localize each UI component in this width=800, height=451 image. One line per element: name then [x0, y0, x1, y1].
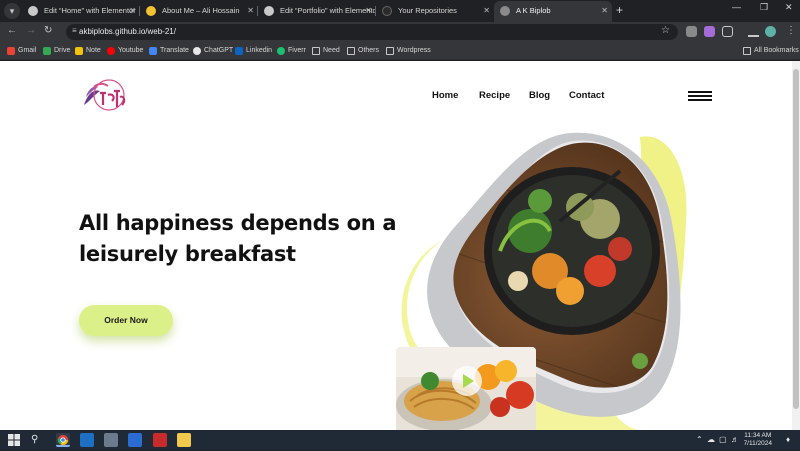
bookmark-drive[interactable]: Drive: [43, 45, 70, 57]
windows-taskbar: ⚲ ⌃ ☁ ▢ ♬ 11:34 AM 7/11/2024 ♦: [0, 430, 800, 450]
headline-line-2: leisurely breakfast: [79, 242, 296, 266]
note-icon: [75, 47, 83, 55]
bookmark-youtube[interactable]: Youtube: [107, 45, 143, 57]
clock-time: 11:34 AM: [744, 432, 772, 439]
notification-icon[interactable]: ♦: [786, 435, 790, 444]
bookmark-translate[interactable]: Translate: [149, 45, 189, 57]
windows-start-icon[interactable]: [8, 433, 22, 447]
nav-recipe[interactable]: Recipe: [479, 90, 510, 101]
chrome-taskbar-icon[interactable]: [56, 433, 70, 447]
back-icon[interactable]: ←: [7, 25, 17, 36]
url-text: akbiplobs.github.io/web-21/: [79, 27, 176, 36]
close-icon[interactable]: ✕: [247, 1, 254, 21]
network-icon[interactable]: ▢: [719, 435, 727, 444]
bookmark-linkedin[interactable]: Linkedin: [235, 45, 272, 57]
translate-icon: [149, 47, 157, 55]
nav-contact[interactable]: Contact: [569, 90, 604, 101]
gmail-icon: [7, 47, 15, 55]
headline-line-1: All happiness depends on a: [79, 211, 397, 235]
tab-title: A K Biplob: [516, 6, 551, 15]
bookmark-star-icon[interactable]: ☆: [661, 25, 670, 36]
bookmark-folder-wordpress[interactable]: Wordpress: [386, 45, 431, 57]
new-tab-button[interactable]: +: [616, 3, 623, 17]
page-scrollbar[interactable]: [792, 61, 800, 430]
forward-icon[interactable]: →: [26, 25, 36, 36]
extension-icon[interactable]: [704, 26, 715, 37]
close-icon[interactable]: ✕: [365, 1, 372, 21]
search-icon[interactable]: ⚲: [31, 433, 45, 447]
bookmarks-bar: Gmail Drive Note Youtube Translate ChatG…: [0, 42, 800, 60]
folder-icon: [386, 47, 394, 55]
word-taskbar-icon[interactable]: [128, 433, 142, 447]
bookmark-note[interactable]: Note: [75, 45, 101, 57]
chevron-up-icon[interactable]: ⌃: [696, 435, 703, 444]
profile-avatar[interactable]: [765, 26, 776, 37]
mail-taskbar-icon[interactable]: [80, 433, 94, 447]
drive-icon: [43, 47, 51, 55]
folder-icon: [743, 47, 751, 55]
site-logo[interactable]: [80, 75, 130, 115]
app-taskbar-icon[interactable]: [104, 433, 118, 447]
hero-headline: All happiness depends on a leisurely bre…: [79, 208, 399, 270]
puzzle-icon[interactable]: [722, 26, 733, 37]
chatgpt-icon: [193, 47, 201, 55]
nav-home[interactable]: Home: [432, 90, 458, 101]
menu-kebab-icon[interactable]: ⋮: [786, 25, 796, 36]
site-info-icon[interactable]: ≡: [72, 26, 77, 35]
video-thumbnail[interactable]: [396, 347, 536, 430]
hamburger-menu-icon[interactable]: [688, 91, 712, 101]
tab-title: Your Repositories: [398, 6, 457, 15]
volume-icon[interactable]: ♬: [731, 435, 739, 444]
fiverr-icon: [277, 47, 285, 55]
bookmark-folder-others[interactable]: Others: [347, 45, 379, 57]
site-icon: [146, 6, 156, 16]
system-clock[interactable]: 11:34 AM 7/11/2024: [744, 432, 772, 448]
github-icon: [382, 6, 392, 16]
bookmark-chatgpt[interactable]: ChatGPT: [193, 45, 233, 57]
order-now-button[interactable]: Order Now: [79, 305, 173, 336]
tab-search-button[interactable]: ▾: [4, 3, 20, 19]
tab-4[interactable]: A K Biplob ✕: [494, 1, 612, 22]
bookmark-fiverr[interactable]: Fiverr: [277, 45, 306, 57]
tab-3[interactable]: Your Repositories ✕: [376, 1, 494, 22]
linkedin-icon: [235, 47, 243, 55]
play-icon[interactable]: [452, 366, 482, 396]
folder-icon: [312, 47, 320, 55]
tab-title: Edit “Portfolio” with Elementor: [280, 6, 376, 15]
cloud-icon[interactable]: ☁: [707, 435, 715, 444]
tab-1[interactable]: About Me – Ali Hossain ✕: [140, 1, 258, 22]
file-explorer-icon[interactable]: [177, 433, 191, 447]
clock-date: 7/11/2024: [743, 440, 772, 447]
tab-title: Edit “Home” with Elementor: [44, 6, 136, 15]
all-bookmarks[interactable]: All Bookmarks: [743, 45, 799, 57]
scrollbar-thumb[interactable]: [793, 69, 799, 409]
minimize-icon[interactable]: —: [732, 2, 741, 12]
download-icon[interactable]: [748, 26, 759, 37]
close-icon[interactable]: ✕: [483, 1, 490, 21]
tab-title: About Me – Ali Hossain: [162, 6, 240, 15]
tab-strip: ▾ Edit “Home” with Elementor ✕ About Me …: [0, 0, 800, 22]
close-icon[interactable]: ✕: [129, 1, 136, 21]
bookmark-gmail[interactable]: Gmail: [7, 45, 36, 57]
wordpress-icon: [264, 6, 274, 16]
tab-0[interactable]: Edit “Home” with Elementor ✕: [22, 1, 140, 22]
wordpress-icon: [28, 6, 38, 16]
web-page: Home Recipe Blog Contact All happiness d…: [0, 61, 792, 430]
nav-blog[interactable]: Blog: [529, 90, 550, 101]
restore-icon[interactable]: ❐: [760, 2, 768, 13]
address-bar[interactable]: ≡ akbiplobs.github.io/web-21/ ☆: [66, 24, 678, 40]
app-taskbar-icon[interactable]: [153, 433, 167, 447]
close-window-icon[interactable]: ✕: [785, 2, 793, 13]
bookmark-folder-need[interactable]: Need: [312, 45, 340, 57]
close-icon[interactable]: ✕: [601, 1, 608, 21]
globe-icon: [500, 6, 510, 16]
extension-icon[interactable]: [686, 26, 697, 37]
browser-toolbar: ← → ↻ ≡ akbiplobs.github.io/web-21/ ☆ ⋮: [0, 22, 800, 42]
reload-icon[interactable]: ↻: [44, 25, 52, 36]
youtube-icon: [107, 47, 115, 55]
tab-2[interactable]: Edit “Portfolio” with Elementor ✕: [258, 1, 376, 22]
folder-icon: [347, 47, 355, 55]
